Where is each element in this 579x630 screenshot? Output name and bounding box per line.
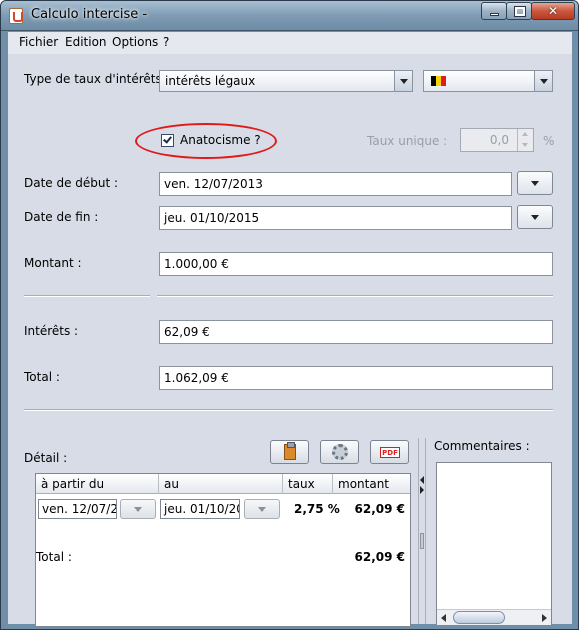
minimize-icon [490,13,499,16]
copy-button[interactable] [270,440,309,464]
separator [157,295,553,297]
main-panel: Type de taux d'intérêts : intérêts légau… [8,54,572,627]
row-to-date-input[interactable]: jeu. 01/10/20 [160,499,240,519]
scroll-left-icon[interactable] [441,614,446,622]
amount-input[interactable]: 1.000,00 € [159,252,553,276]
start-date-picker-button[interactable] [517,171,553,195]
total-output: 1.062,09 € [159,366,553,390]
window-title: Calculo intercise - [31,7,148,22]
rate-type-value: intérêts légaux [165,74,256,88]
row-to-date-picker[interactable] [244,499,280,519]
minimize-button[interactable] [481,2,507,20]
chevron-down-icon [531,181,539,186]
flag-red-stripe [441,76,446,86]
scroll-right-icon[interactable] [542,614,547,622]
interest-label: Intérêts : [24,324,79,338]
panel-splitter[interactable] [418,438,426,624]
clipboard-icon [284,442,296,460]
row-from-date-picker[interactable] [120,499,156,519]
total-label: Total : [24,370,60,384]
country-dropdown-button[interactable] [534,71,552,91]
menu-fichier[interactable]: Fichier [19,35,58,49]
end-date-input[interactable]: jeu. 01/10/2015 [159,206,512,230]
maximize-button[interactable] [506,2,532,20]
row-amount: 62,09 € [354,502,405,516]
app-window: Calculo intercise - ✕ Fichier Edition Op… [0,0,579,630]
maximize-icon [514,6,526,17]
taux-unique-value: 0,0 [489,133,509,147]
splitter-grip[interactable] [420,533,424,549]
scroll-thumb[interactable] [453,611,505,624]
comments-horizontal-scrollbar[interactable] [437,609,551,625]
separator [24,295,150,297]
title-bar[interactable]: Calculo intercise - ✕ [1,1,578,31]
chevron-down-icon [540,79,548,84]
rate-type-label: Type de taux d'intérêts : [24,72,170,86]
chevron-down-icon [134,507,142,512]
percent-label: % [543,134,555,148]
anatocisme-checkbox[interactable] [161,134,174,147]
detail-label: Détail : [24,451,68,465]
table-header: à partir du au taux montant [36,474,410,494]
row-rate: 2,75 % [294,502,340,516]
window-client-area: Fichier Edition Options ? Type de taux d… [8,32,572,627]
menu-options[interactable]: Options [112,35,158,49]
arrow-right-icon[interactable] [420,486,424,494]
checkmark-icon [163,134,172,144]
menu-bar: Fichier Edition Options ? [8,32,572,53]
rate-type-select[interactable]: intérêts légaux [159,70,413,92]
row-from-date-input[interactable]: ven. 12/07/20 [38,499,117,519]
amount-label: Montant : [24,256,82,270]
column-header-rate[interactable]: taux [283,474,333,494]
arrow-left-icon[interactable] [420,476,424,484]
chevron-down-icon [400,79,408,84]
menu-help[interactable]: ? [163,35,169,49]
interest-output: 62,09 € [159,320,553,344]
comments-textarea[interactable] [436,462,552,626]
taux-unique-spinner[interactable]: 0,0 [460,128,534,152]
chevron-down-icon [258,507,266,512]
chevron-down-icon [531,215,539,220]
separator [24,409,553,411]
pdf-icon: PDF [380,447,400,458]
anatocisme-label: Anatocisme ? [180,133,261,147]
belgium-flag-icon [431,76,446,86]
start-date-label: Date de début : [24,176,119,190]
column-header-to[interactable]: au [159,474,283,494]
spinner-up-icon[interactable] [522,132,528,136]
table-total-label: Total : [36,550,72,564]
spinner-buttons[interactable] [517,129,533,151]
menu-edition[interactable]: Edition [65,35,107,49]
close-button[interactable]: ✕ [531,2,575,20]
close-icon: ✕ [547,4,559,18]
rate-type-dropdown-button[interactable] [394,71,412,91]
export-pdf-button[interactable]: PDF [370,440,409,464]
column-header-amount[interactable]: montant [333,474,410,494]
column-header-from[interactable]: à partir du [36,474,159,494]
country-select[interactable] [423,70,553,92]
comments-label: Commentaires : [434,439,530,453]
table-total-value: 62,09 € [354,550,405,564]
end-date-picker-button[interactable] [517,205,553,229]
detail-table: à partir du au taux montant ven. 12/07/2… [35,473,411,627]
gear-icon [332,444,348,460]
start-date-input[interactable]: ven. 12/07/2013 [159,172,512,196]
spinner-down-icon[interactable] [522,143,528,147]
taux-unique-label: Taux unique : [367,134,448,148]
settings-button[interactable] [320,440,359,464]
end-date-label: Date de fin : [24,210,99,224]
java-cup-icon [9,8,23,24]
